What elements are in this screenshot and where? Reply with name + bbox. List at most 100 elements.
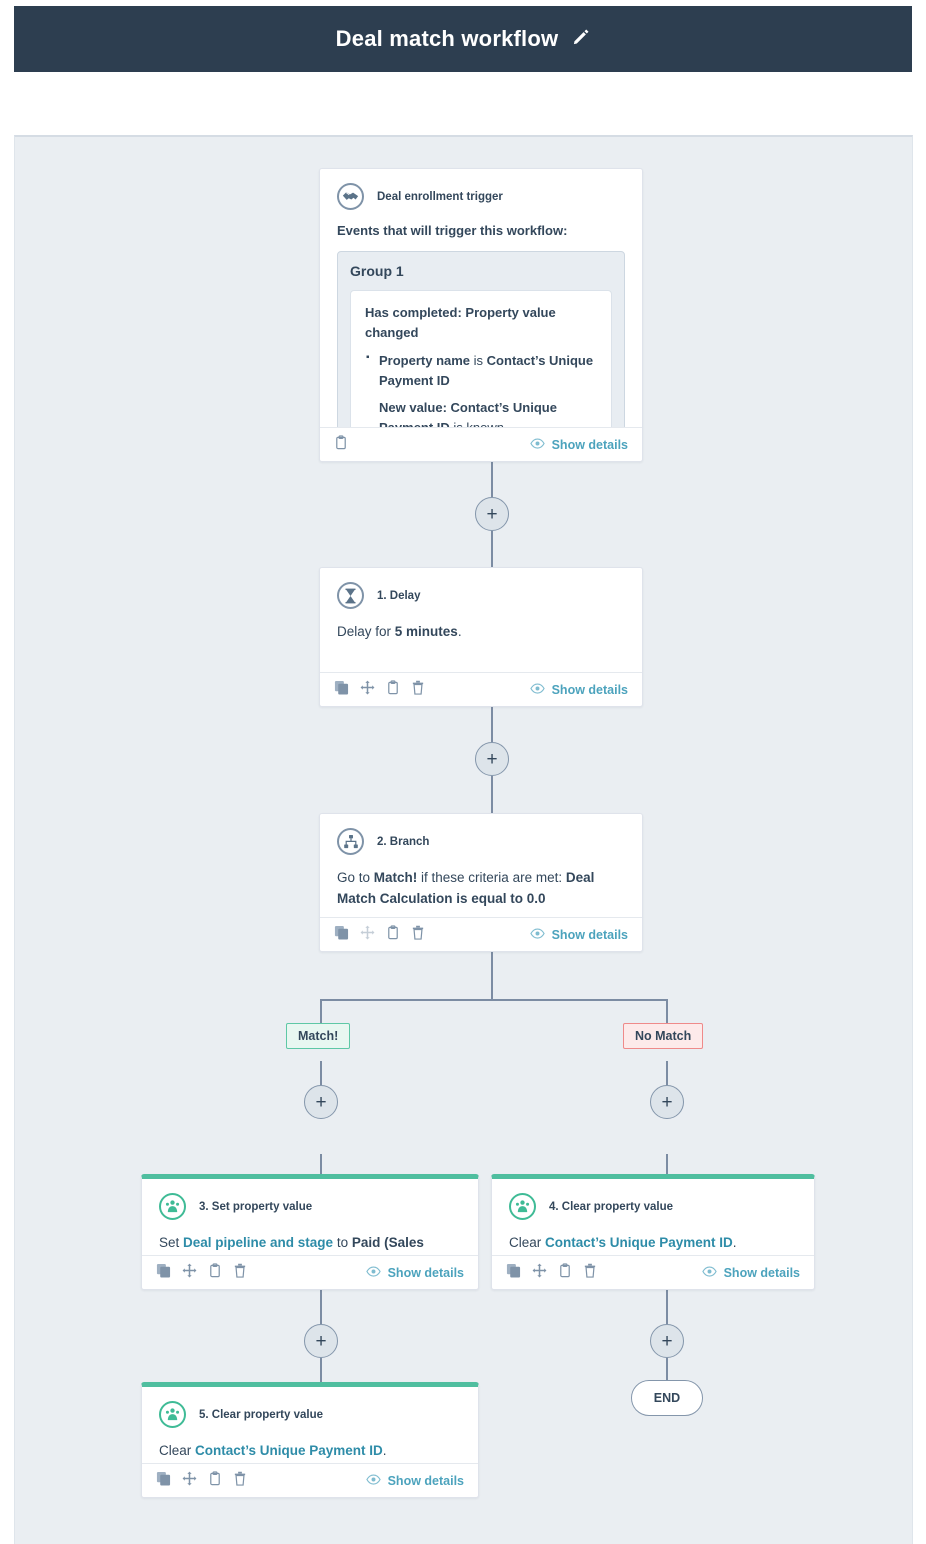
add-step-button[interactable]: + — [475, 742, 509, 776]
step-3-header: 3. Set property value — [159, 1193, 461, 1220]
trash-icon[interactable] — [233, 1471, 247, 1491]
eye-icon — [365, 1473, 381, 1488]
step-2-title: 2. Branch — [377, 835, 430, 848]
step-5-header: 5. Clear property value — [159, 1401, 461, 1428]
step-4-title: 4. Clear property value — [549, 1200, 673, 1213]
clipboard-icon[interactable] — [208, 1262, 222, 1283]
step-1-header: 1. Delay — [337, 582, 625, 609]
criteria-list: Property name is Contact’s Unique Paymen… — [365, 350, 597, 427]
trigger-group-box: Group 1 Has completed: Property value ch… — [337, 251, 625, 427]
connector-match-to-plus — [320, 1061, 322, 1085]
show-details-button[interactable]: Show details — [529, 927, 628, 942]
trash-icon[interactable] — [411, 925, 425, 945]
trigger-condition-box: Has completed: Property value changed Pr… — [350, 290, 612, 427]
text-part: if these criteria are met: — [417, 870, 566, 885]
property-link[interactable]: Deal pipeline and stage — [183, 1235, 333, 1250]
show-details-button[interactable]: Show details — [529, 437, 628, 452]
show-details-button[interactable]: Show details — [701, 1265, 800, 1280]
step-4-header: 4. Clear property value — [509, 1193, 797, 1220]
criteria-bold-prefix: Property name — [379, 353, 471, 368]
step-3-footer: Show details — [142, 1255, 478, 1289]
page-title: Deal match workflow — [335, 26, 559, 51]
connector-plus-to-end — [666, 1358, 668, 1380]
move-icon[interactable] — [532, 1263, 547, 1283]
step-4-footer: Show details — [492, 1255, 814, 1289]
connector-nomatch-to-plus — [666, 1061, 668, 1085]
add-step-button[interactable]: + — [650, 1085, 684, 1119]
step-1-footer: Show details — [320, 672, 642, 706]
trash-icon[interactable] — [233, 1263, 247, 1283]
trigger-lead-text: Events that will trigger this workflow: — [337, 223, 568, 238]
branch-label-match[interactable]: Match! — [286, 1023, 351, 1049]
plus-label: + — [661, 1330, 673, 1352]
workflow-canvas[interactable]: Deal enrollment trigger Events that will… — [14, 135, 913, 1544]
people-icon — [159, 1193, 186, 1220]
show-details-button[interactable]: Show details — [365, 1473, 464, 1488]
text-part: . — [457, 624, 462, 639]
trigger-footer: Show details — [320, 427, 642, 461]
plus-label: + — [315, 1091, 327, 1113]
move-icon[interactable] — [182, 1471, 197, 1491]
plus-label: + — [486, 503, 498, 525]
branch-label-no-match[interactable]: No Match — [623, 1023, 704, 1049]
criteria-item: Property name is Contact’s Unique Paymen… — [366, 350, 597, 390]
step-5-body: 5. Clear property value Clear Contact’s … — [142, 1387, 478, 1463]
step-2-header: 2. Branch — [337, 828, 625, 855]
show-details-button[interactable]: Show details — [365, 1265, 464, 1280]
add-step-button[interactable]: + — [304, 1324, 338, 1358]
clipboard-icon[interactable] — [386, 679, 400, 700]
duplicate-icon[interactable] — [506, 1263, 521, 1283]
trash-icon[interactable] — [583, 1263, 597, 1283]
step-card-1[interactable]: 1. Delay Delay for 5 minutes. Show detai… — [319, 567, 643, 707]
text-part: Clear — [159, 1443, 196, 1458]
duplicate-icon[interactable] — [334, 925, 349, 945]
move-icon[interactable] — [360, 680, 375, 700]
plus-label: + — [661, 1091, 673, 1113]
step-card-2[interactable]: 2. Branch Go to Match! if these criteria… — [319, 813, 643, 952]
step-card-5[interactable]: 5. Clear property value Clear Contact’s … — [141, 1382, 479, 1498]
show-details-label: Show details — [551, 437, 628, 452]
connector-plus2-to-step2 — [491, 776, 493, 813]
step-4-text: Clear Contact’s Unique Payment ID. — [509, 1233, 797, 1254]
move-icon[interactable] — [182, 1263, 197, 1283]
clipboard-icon[interactable] — [558, 1262, 572, 1283]
step-card-3[interactable]: 3. Set property value Set Deal pipeline … — [141, 1174, 479, 1290]
step-5-text: Clear Contact’s Unique Payment ID. — [159, 1441, 461, 1462]
text-part: . — [382, 1443, 387, 1458]
add-step-button[interactable]: + — [650, 1324, 684, 1358]
show-details-label: Show details — [551, 927, 628, 942]
text-part: Delay for — [337, 624, 395, 639]
step-3-body: 3. Set property value Set Deal pipeline … — [142, 1179, 478, 1255]
trash-icon[interactable] — [411, 680, 425, 700]
people-icon — [159, 1401, 186, 1428]
step-5-footer: Show details — [142, 1463, 478, 1497]
duplicate-icon[interactable] — [156, 1471, 171, 1491]
text-part: . — [732, 1235, 737, 1250]
move-icon[interactable] — [360, 925, 375, 945]
duplicate-icon[interactable] — [156, 1263, 171, 1283]
text-part: to — [333, 1235, 352, 1250]
add-step-button[interactable]: + — [475, 497, 509, 531]
clipboard-icon[interactable] — [386, 924, 400, 945]
connector-branch-horizontal — [320, 999, 668, 1001]
add-step-button[interactable]: + — [304, 1085, 338, 1119]
pencil-icon[interactable] — [572, 28, 590, 51]
duplicate-icon[interactable] — [334, 680, 349, 700]
condition-heading: Has completed: Property value changed — [365, 305, 556, 340]
step-1-title: 1. Delay — [377, 589, 421, 602]
text-part: Clear — [509, 1235, 546, 1250]
connector-plus-to-step5 — [320, 1358, 322, 1382]
clipboard-icon[interactable] — [334, 434, 348, 455]
eye-icon — [365, 1265, 381, 1280]
step-1-body: 1. Delay Delay for 5 minutes. — [320, 568, 642, 672]
show-details-label: Show details — [723, 1265, 800, 1280]
trigger-card[interactable]: Deal enrollment trigger Events that will… — [319, 168, 643, 462]
step-card-4[interactable]: 4. Clear property value Clear Contact’s … — [491, 1174, 815, 1290]
step-4-footer-icons — [506, 1262, 597, 1283]
property-link[interactable]: Contact’s Unique Payment ID — [195, 1443, 383, 1458]
eye-icon — [529, 437, 545, 452]
show-details-button[interactable]: Show details — [529, 683, 628, 697]
clipboard-icon[interactable] — [208, 1470, 222, 1491]
step-3-text: Set Deal pipeline and stage to Paid (Sal… — [159, 1233, 461, 1255]
property-link[interactable]: Contact’s Unique Payment ID — [545, 1235, 733, 1250]
